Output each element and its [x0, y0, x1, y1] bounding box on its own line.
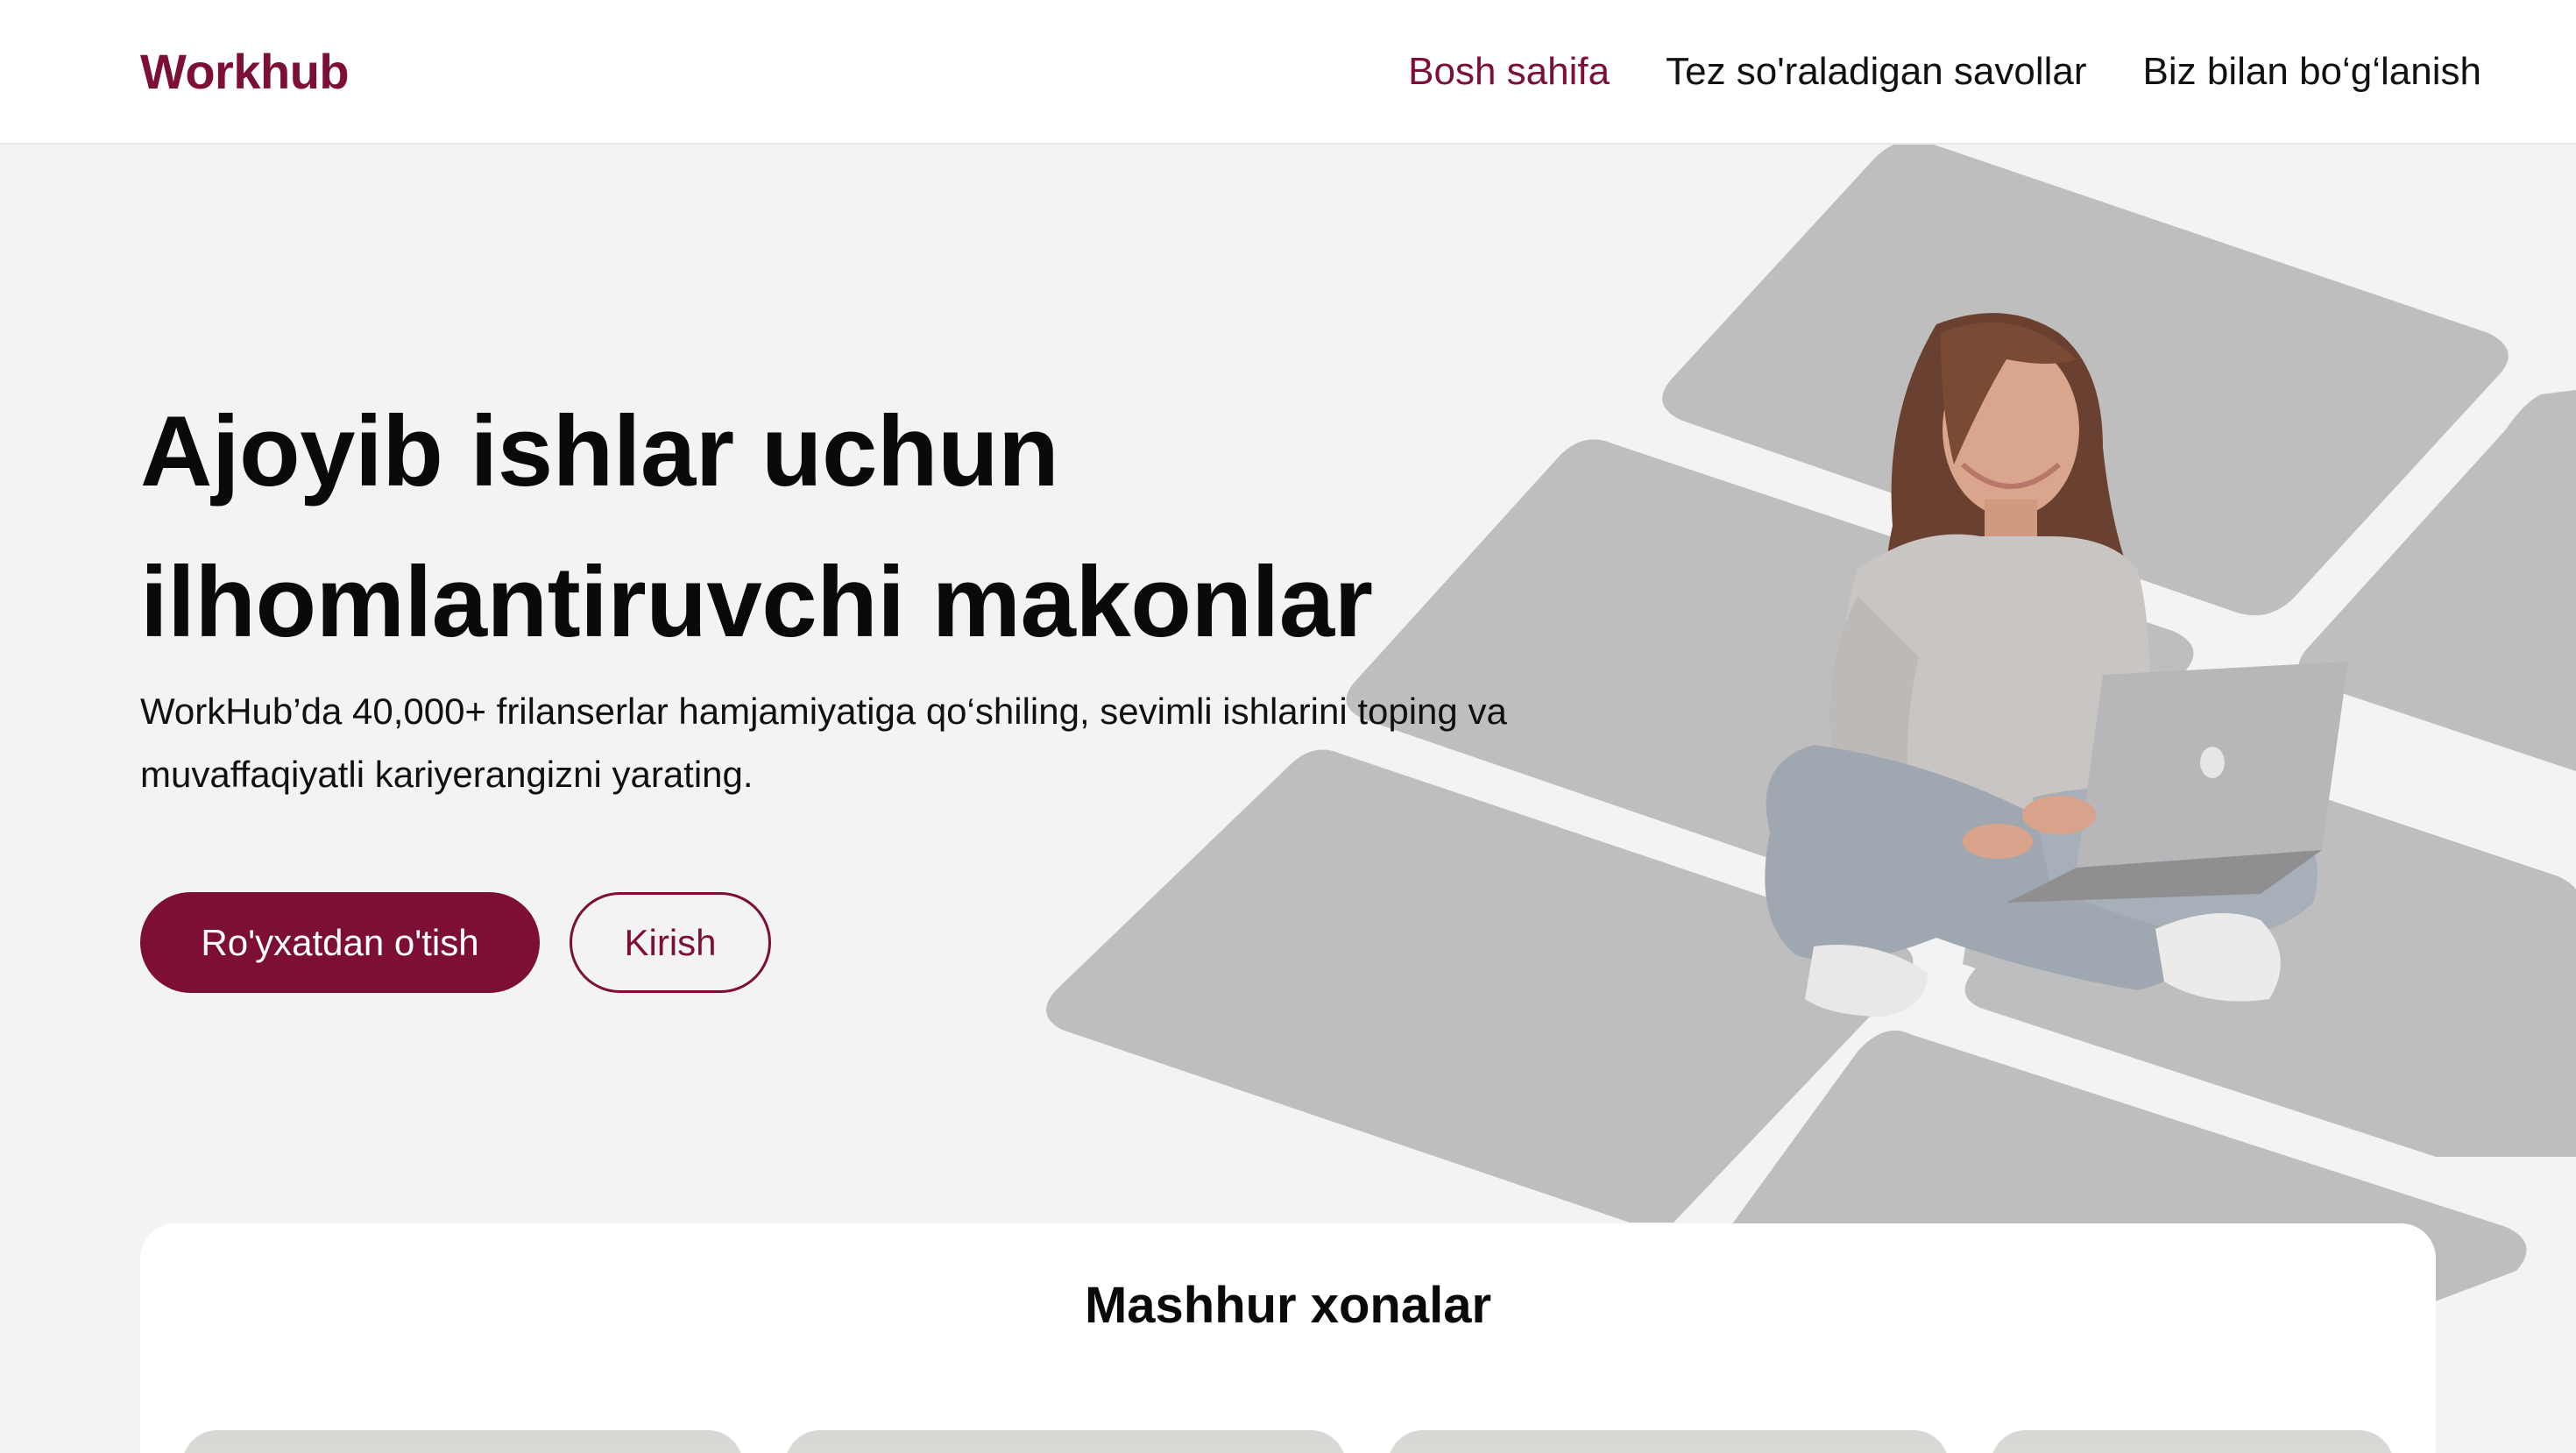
hero-subtitle: WorkHub’da 40,000+ frilanserlar hamjamiy… — [140, 691, 1507, 795]
nav-link-contact[interactable]: Biz bilan bo‘g‘lanish — [2143, 50, 2481, 94]
popular-rooms-title: Mashhur xonalar — [1084, 1277, 1492, 1334]
brand-logo[interactable]: Workhub — [140, 43, 350, 100]
login-button[interactable]: Kirish — [570, 892, 771, 993]
woman-with-laptop-illustration — [1765, 313, 2348, 1017]
room-card-thumbnail[interactable] — [1991, 1430, 2394, 1453]
popular-rooms-section: Mashhur xonalar — [140, 1223, 2436, 1453]
hero-title: Ajoyib ishlar uchun ilhomlantiruvchi mak… — [140, 377, 1454, 678]
page: Workhub Bosh sahifa Tez so'raladigan sav… — [0, 0, 2576, 1453]
nav-link-home[interactable]: Bosh sahifa — [1408, 50, 1610, 94]
register-button[interactable]: Ro'yxatdan o'tish — [140, 892, 540, 993]
room-card-thumbnail[interactable] — [182, 1430, 743, 1453]
hero-title-line-2: ilhomlantiruvchi makonlar — [140, 547, 1373, 658]
hero-actions: Ro'yxatdan o'tish Kirish — [140, 892, 771, 993]
room-card-thumbnail[interactable] — [785, 1430, 1346, 1453]
room-card-thumbnail[interactable] — [1388, 1430, 1949, 1453]
hero-title-line-1: Ajoyib ishlar uchun — [140, 396, 1059, 507]
top-header: Workhub Bosh sahifa Tez so'raladigan sav… — [0, 0, 2576, 145]
main-nav: Bosh sahifa Tez so'raladigan savollar Bi… — [1408, 50, 2481, 94]
nav-link-faq[interactable]: Tez so'raladigan savollar — [1666, 50, 2086, 94]
